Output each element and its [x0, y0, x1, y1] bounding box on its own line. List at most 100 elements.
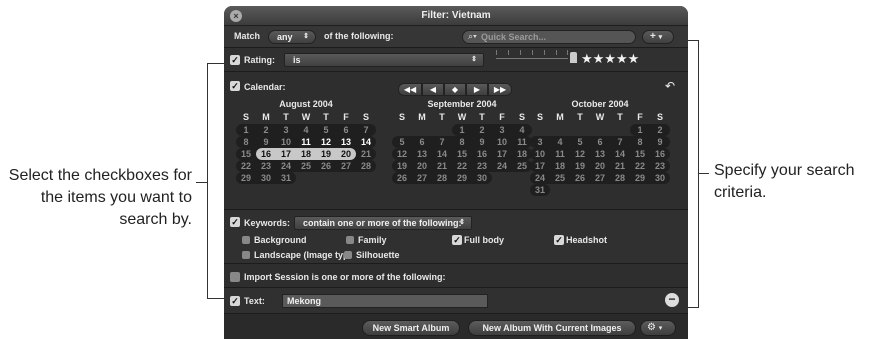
calendar-day[interactable]: 14 — [356, 137, 376, 147]
slider-thumb[interactable] — [570, 52, 577, 63]
calendar-day[interactable]: 20 — [336, 149, 356, 159]
calendar-day[interactable]: 8 — [452, 137, 472, 147]
calendar-day[interactable]: 29 — [236, 173, 256, 183]
text-checkbox[interactable]: ✓ — [230, 296, 240, 306]
calendar-day[interactable]: 31 — [530, 185, 550, 195]
calendar-day[interactable]: 26 — [316, 161, 336, 171]
calendar-day[interactable]: 6 — [336, 125, 356, 135]
calendar-day[interactable]: 8 — [236, 137, 256, 147]
calendar-day[interactable]: 4 — [512, 125, 532, 135]
calendar-day[interactable]: 28 — [610, 173, 630, 183]
calendar-day[interactable]: 19 — [316, 149, 336, 159]
calendar-day[interactable]: 6 — [412, 137, 432, 147]
calendar-day[interactable]: 27 — [412, 173, 432, 183]
calendar-day[interactable]: 2 — [472, 125, 492, 135]
calendar-day[interactable]: 3 — [530, 137, 550, 147]
calendar-day[interactable]: 18 — [550, 161, 570, 171]
calendar-day[interactable]: 27 — [590, 173, 610, 183]
gear-icon[interactable]: ⚙ ▾ — [640, 320, 676, 336]
nav-next-year-button[interactable]: ▶▶ — [488, 83, 512, 96]
calendar-day[interactable]: 25 — [550, 173, 570, 183]
calendar-day[interactable]: 11 — [550, 149, 570, 159]
calendar-day[interactable]: 31 — [276, 173, 296, 183]
calendar-day[interactable]: 30 — [472, 173, 492, 183]
text-search-field[interactable]: Mekong — [282, 294, 488, 308]
calendar-day[interactable]: 17 — [276, 149, 296, 159]
calendar-day[interactable]: 21 — [610, 161, 630, 171]
calendar-day[interactable]: 25 — [296, 161, 316, 171]
new-smart-album-button[interactable]: New Smart Album — [362, 320, 460, 336]
calendar-day[interactable]: 11 — [512, 137, 532, 147]
calendar-day[interactable]: 22 — [236, 161, 256, 171]
calendar-day[interactable]: 15 — [236, 149, 256, 159]
calendar-day[interactable]: 12 — [316, 137, 336, 147]
calendar-day[interactable]: 17 — [492, 149, 512, 159]
calendar-day[interactable]: 22 — [452, 161, 472, 171]
calendar-day[interactable]: 23 — [650, 161, 670, 171]
calendar-day[interactable]: 23 — [472, 161, 492, 171]
calendar-day[interactable]: 8 — [630, 137, 650, 147]
calendar-day[interactable]: 3 — [492, 125, 512, 135]
calendar-day[interactable]: 24 — [276, 161, 296, 171]
calendar-day[interactable]: 4 — [550, 137, 570, 147]
nav-next-month-button[interactable]: ▶ — [466, 83, 488, 96]
calendar-day[interactable]: 20 — [412, 161, 432, 171]
calendar-day[interactable]: 12 — [392, 149, 412, 159]
calendar-day[interactable]: 10 — [492, 137, 512, 147]
calendar-day[interactable]: 19 — [570, 161, 590, 171]
nav-prev-month-button[interactable]: ◀ — [422, 83, 444, 96]
calendar-day[interactable]: 24 — [530, 173, 550, 183]
calendar-day[interactable]: 19 — [392, 161, 412, 171]
calendar-day[interactable]: 18 — [296, 149, 316, 159]
calendar-day[interactable]: 30 — [256, 173, 276, 183]
match-mode-select[interactable]: any ⇕ — [268, 30, 316, 44]
calendar-day[interactable]: 29 — [630, 173, 650, 183]
calendar-day[interactable]: 4 — [296, 125, 316, 135]
keyword-checkbox-silhouette[interactable] — [344, 251, 352, 259]
calendar-day[interactable]: 13 — [336, 137, 356, 147]
calendar-day[interactable]: 7 — [356, 125, 376, 135]
keyword-checkbox-background[interactable] — [242, 236, 250, 244]
calendar-day[interactable]: 7 — [432, 137, 452, 147]
calendar-day[interactable]: 7 — [610, 137, 630, 147]
rating-checkbox[interactable]: ✓ — [230, 55, 240, 65]
calendar-day[interactable]: 28 — [432, 173, 452, 183]
calendar-day[interactable]: 15 — [452, 149, 472, 159]
calendar-day[interactable]: 13 — [590, 149, 610, 159]
calendar-day[interactable]: 25 — [512, 161, 532, 171]
calendar-day[interactable]: 14 — [610, 149, 630, 159]
calendar-day[interactable]: 6 — [590, 137, 610, 147]
calendar-day[interactable]: 3 — [276, 125, 296, 135]
quick-search-input[interactable]: ⌕▾ Quick Search... — [462, 30, 636, 44]
calendar-day[interactable]: 5 — [316, 125, 336, 135]
nav-prev-year-button[interactable]: ◀◀ — [398, 83, 422, 96]
keywords-checkbox[interactable]: ✓ — [230, 217, 240, 227]
calendar-checkbox[interactable]: ✓ — [230, 81, 240, 91]
calendar-day[interactable]: 9 — [256, 137, 276, 147]
calendar-day[interactable]: 21 — [356, 149, 376, 159]
calendar-day[interactable]: 17 — [530, 161, 550, 171]
add-criteria-button[interactable]: + ▾ — [642, 30, 674, 44]
calendar-day[interactable]: 26 — [570, 173, 590, 183]
rating-operator-select[interactable]: is ⇕ — [284, 53, 484, 67]
calendar-day[interactable]: 9 — [472, 137, 492, 147]
remove-criteria-icon[interactable]: − — [665, 293, 679, 307]
import-session-checkbox[interactable] — [230, 272, 240, 282]
calendar-day[interactable]: 2 — [650, 125, 670, 135]
calendar-day[interactable]: 15 — [630, 149, 650, 159]
calendar-day[interactable]: 27 — [336, 161, 356, 171]
calendar-day[interactable]: 30 — [650, 173, 670, 183]
calendar-day[interactable]: 22 — [630, 161, 650, 171]
calendar-day[interactable]: 10 — [276, 137, 296, 147]
reset-icon[interactable]: ↶ — [665, 79, 675, 93]
calendar-day[interactable]: 16 — [256, 149, 276, 159]
calendar-day[interactable]: 28 — [356, 161, 376, 171]
calendar-day[interactable]: 5 — [570, 137, 590, 147]
calendar-day[interactable]: 21 — [432, 161, 452, 171]
calendar-day[interactable]: 26 — [392, 173, 412, 183]
calendar-day[interactable]: 10 — [530, 149, 550, 159]
calendar-day[interactable]: 1 — [630, 125, 650, 135]
calendar-day[interactable]: 16 — [650, 149, 670, 159]
calendar-day[interactable]: 24 — [492, 161, 512, 171]
keyword-checkbox-full-body[interactable]: ✓ — [452, 235, 462, 245]
